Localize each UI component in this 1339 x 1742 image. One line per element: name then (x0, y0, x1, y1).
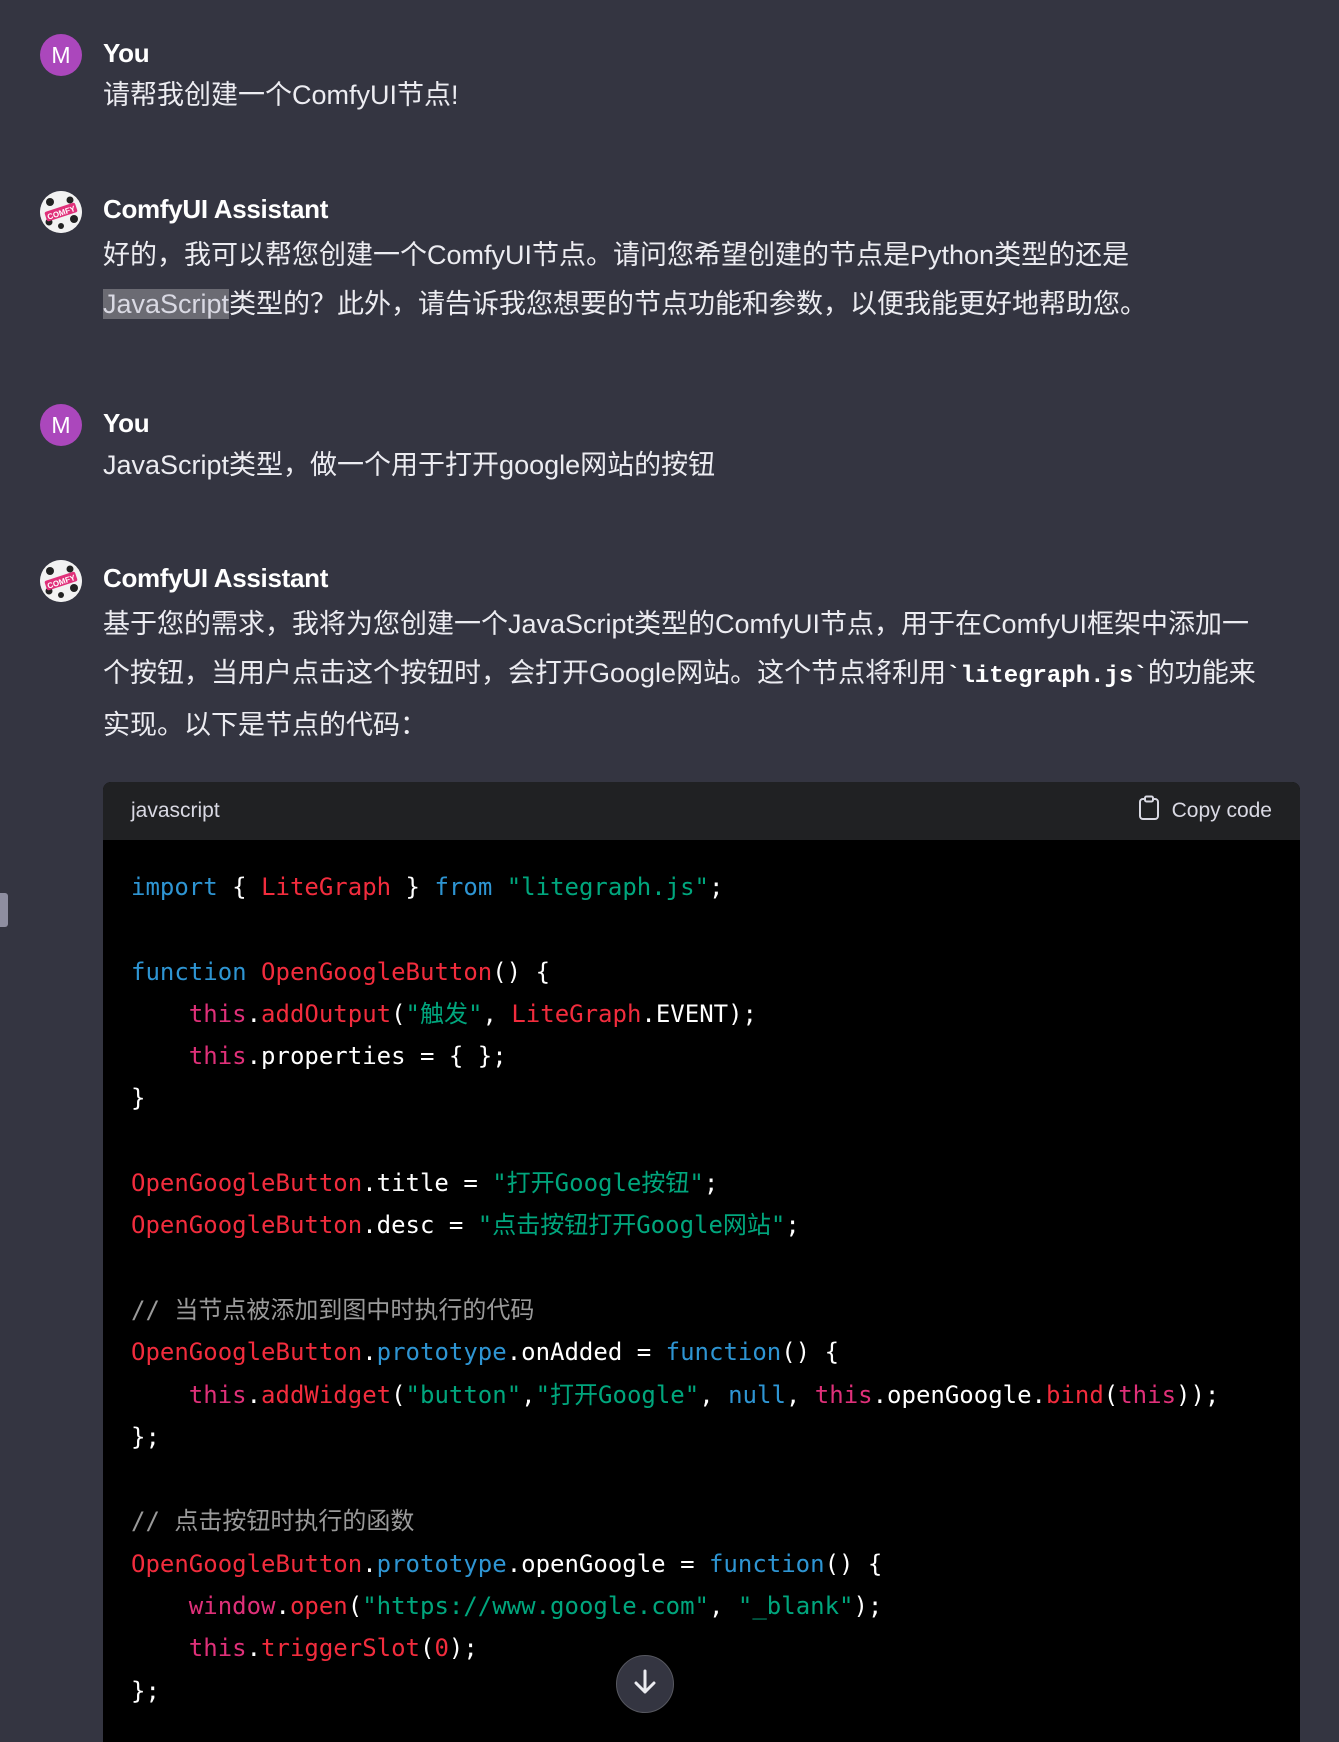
comfy-logo-icon: COMFY (40, 191, 82, 233)
user-avatar: M (40, 34, 82, 76)
code-line: } (131, 1084, 146, 1113)
inline-code: `litegraph.js` (946, 663, 1148, 690)
code-language-label: javascript (131, 799, 220, 822)
code-line: // 当节点被添加到图中时执行的代码 (131, 1295, 535, 1324)
code-line: }; (131, 1422, 160, 1451)
arrow-down-icon (632, 1668, 658, 1701)
comfy-logo-icon: COMFY (40, 560, 82, 602)
message-text: 请帮我创建一个ComfyUI节点! (103, 80, 459, 110)
message-line: 好的，我可以帮您创建一个ComfyUI节点。请问您希望创建的节点是Python类… (103, 240, 1130, 270)
code-line: this.triggerSlot(0); (188, 1634, 478, 1663)
author-name: You (103, 408, 150, 438)
code-line: this.addOutput("触发", LiteGraph.EVENT); (188, 999, 757, 1028)
message-line: 个按钮，当用户点击这个按钮时，会打开Google网站。这个节点将利用`liteg… (103, 658, 1256, 690)
code-block: javascript Copy code import { LiteGraph … (103, 782, 1300, 1742)
message-text: JavaScript类型，做一个用于打开google网站的按钮 (103, 450, 716, 480)
message-line: 基于您的需求，我将为您创建一个JavaScript类型的ComfyUI节点，用于… (103, 609, 1250, 639)
author-name: ComfyUI Assistant (103, 194, 329, 224)
code-line: window.open("https://www.google.com", "_… (188, 1592, 883, 1621)
code-content: import { LiteGraph } from "litegraph.js"… (103, 840, 1300, 1712)
message-line: 实现。以下是节点的代码： (103, 710, 427, 740)
message-line: JavaScript类型的？此外，请告诉我您想要的节点功能和参数，以便我能更好地… (103, 289, 1148, 319)
code-line: this.properties = { }; (188, 1042, 507, 1071)
code-line: OpenGoogleButton.prototype.openGoogle = … (131, 1549, 883, 1578)
scroll-to-bottom-button[interactable] (616, 1655, 674, 1713)
code-line: // 点击按钮时执行的函数 (131, 1507, 415, 1536)
code-line: OpenGoogleButton.prototype.onAdded = fun… (131, 1338, 840, 1367)
code-line: this.addWidget("button","打开Google", null… (188, 1380, 1220, 1409)
code-line: import { LiteGraph } from "litegraph.js"… (131, 873, 724, 901)
code-block-header: javascript Copy code (103, 782, 1300, 840)
copy-code-label: Copy code (1171, 799, 1272, 822)
code-line: OpenGoogleButton.desc = "点击按钮打开Google网站"… (131, 1211, 800, 1240)
author-name: ComfyUI Assistant (103, 563, 329, 593)
selected-text: JavaScript (103, 289, 230, 319)
code-line: }; (131, 1676, 160, 1705)
copy-code-button[interactable]: Copy code (1138, 795, 1272, 827)
code-line: OpenGoogleButton.title = "打开Google按钮"; (131, 1169, 719, 1198)
author-name: You (103, 38, 150, 68)
user-avatar: M (40, 404, 82, 446)
clipboard-icon (1138, 795, 1160, 827)
sidebar-toggle-handle[interactable] (0, 893, 8, 927)
message-text: 好的，我可以帮您创建一个ComfyUI节点。请问您希望创建的节点是Python类… (103, 231, 1303, 329)
code-line: function OpenGoogleButton() { (131, 957, 551, 986)
message-text: 基于您的需求，我将为您创建一个JavaScript类型的ComfyUI节点，用于… (103, 600, 1303, 750)
